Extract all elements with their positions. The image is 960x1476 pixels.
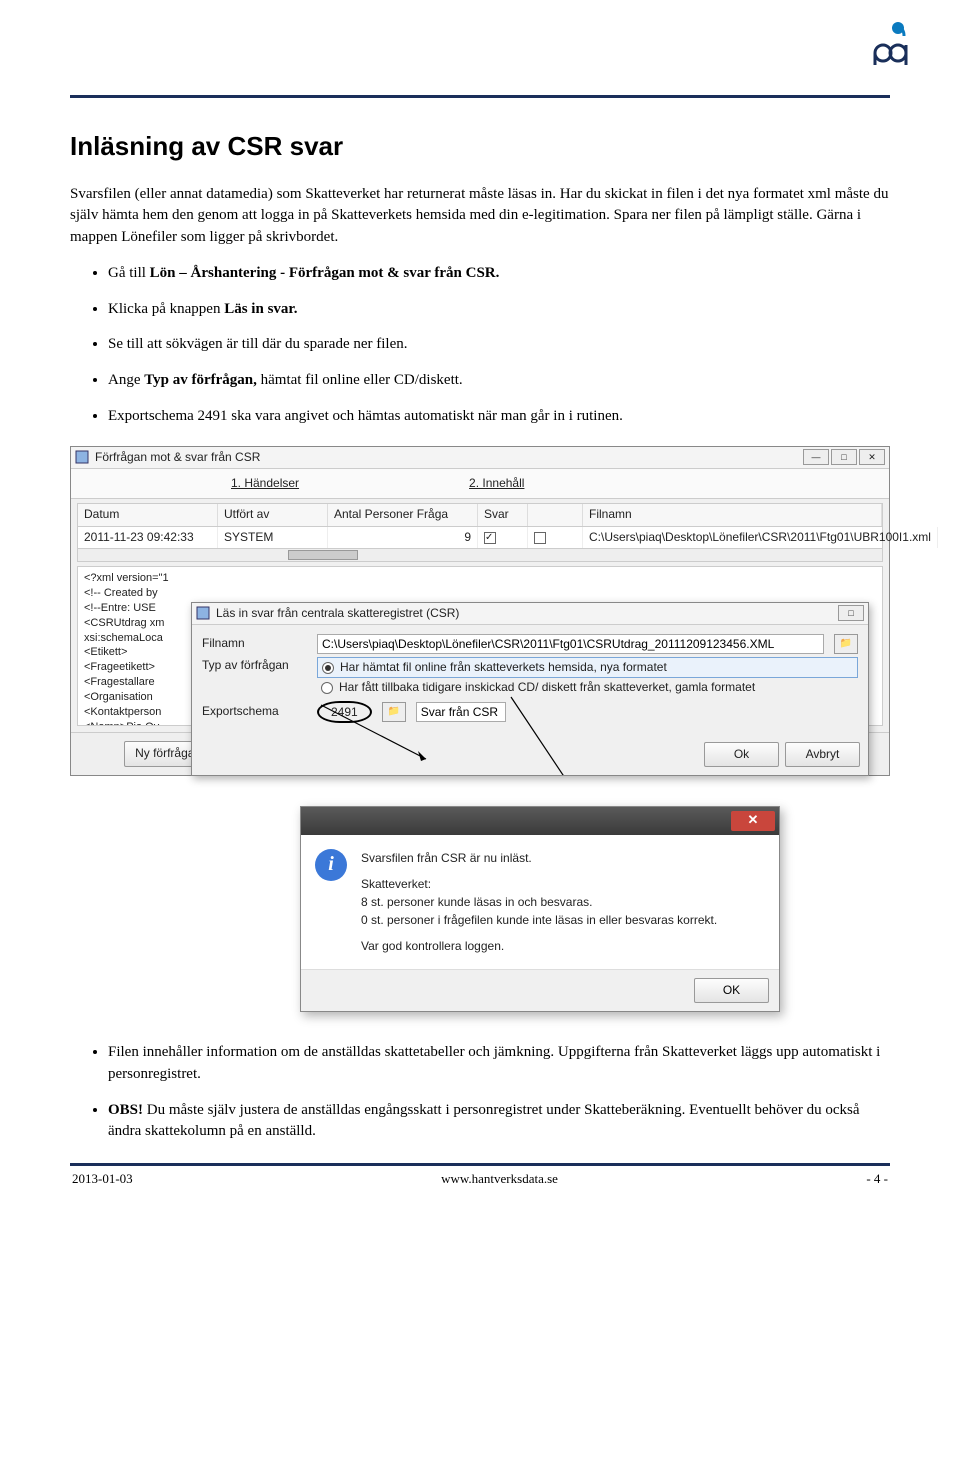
minimize-button[interactable]: — — [803, 449, 829, 465]
footer-page: - 4 - — [866, 1170, 888, 1189]
col-datum: Datum — [78, 504, 218, 525]
radio-online-label: Har hämtat fil online från skatteverkets… — [340, 659, 667, 676]
msg-titlebar: ✕ — [301, 807, 779, 835]
page-footer: 2013-01-03 www.hantverksdata.se - 4 - — [70, 1170, 890, 1209]
dialog-maximize-button[interactable]: □ — [838, 605, 864, 621]
cell-datum: 2011-11-23 09:42:33 — [78, 527, 218, 548]
radio-cd-label: Har fått tillbaka tidigare inskickad CD/… — [339, 679, 755, 696]
tab-innehall[interactable]: 2. Innehåll — [469, 475, 524, 492]
step-2: Klicka på knappen Läs in svar. — [108, 299, 890, 321]
col-utfort: Utfört av — [218, 504, 328, 525]
csr-title: Förfrågan mot & svar från CSR — [95, 449, 260, 466]
grid-row[interactable]: 2011-11-23 09:42:33 SYSTEM 9 C:\Users\pi… — [77, 527, 883, 548]
tab-handelser[interactable]: 1. Händelser — [231, 475, 299, 492]
intro-paragraph: Svarsfilen (eller annat datamedia) som S… — [70, 184, 890, 249]
col-svar: Svar — [478, 504, 528, 525]
exportschema-label: Exportschema — [202, 703, 307, 720]
horizontal-scrollbar[interactable] — [77, 548, 883, 562]
radio-online[interactable] — [322, 662, 334, 674]
cell-utfort: SYSTEM — [218, 527, 328, 548]
window-icon — [75, 450, 89, 464]
dialog-avbryt-button[interactable]: Avbryt — [785, 742, 860, 767]
cell-filnamn: C:\Users\piaq\Desktop\Lönefiler\CSR\2011… — [583, 527, 938, 548]
browse-button[interactable]: 📁 — [834, 634, 858, 654]
svar-fran-csr-input[interactable] — [416, 702, 506, 722]
radio-cd[interactable] — [321, 682, 333, 694]
checkbox-fraga-icon — [484, 532, 496, 544]
col-filnamn: Filnamn — [583, 504, 882, 525]
dialog-icon — [196, 606, 210, 620]
step-5: Exportschema 2491 ska vara angivet och h… — [108, 406, 890, 428]
cell-svar — [528, 527, 583, 548]
col-antal: Antal Personer Fråga — [328, 504, 478, 525]
csr-tabs: 1. Händelser 2. Innehåll — [71, 469, 889, 499]
info-message-dialog: ✕ i Svarsfilen från CSR är nu inläst. Sk… — [300, 806, 780, 1012]
info-icon: i — [315, 849, 347, 881]
filnamn-input[interactable] — [317, 634, 824, 654]
msg-text: Svarsfilen från CSR är nu inläst. Skatte… — [361, 849, 717, 955]
checkbox-svar-icon — [534, 532, 546, 544]
after-list: Filen innehåller information om de anstä… — [70, 1042, 890, 1143]
cell-antal: 9 — [328, 527, 478, 548]
filnamn-label: Filnamn — [202, 635, 307, 652]
csr-dialog: Läs in svar från centrala skatteregistre… — [191, 602, 869, 777]
after-1: Filen innehåller information om de anstä… — [108, 1042, 890, 1086]
msg-close-button[interactable]: ✕ — [731, 811, 775, 831]
exportschema-value: 2491 — [317, 701, 372, 723]
dialog-titlebar: Läs in svar från centrala skatteregistre… — [192, 603, 868, 625]
exportschema-browse-button[interactable]: 📁 — [382, 702, 406, 722]
dialog-ok-button[interactable]: Ok — [704, 742, 779, 767]
csr-window: Förfrågan mot & svar från CSR — □ ✕ 1. H… — [70, 446, 890, 776]
header-rule — [70, 95, 890, 98]
cell-fraga — [478, 527, 528, 548]
brand-logo — [870, 20, 910, 78]
step-3: Se till att sökvägen är till där du spar… — [108, 334, 890, 356]
footer-date: 2013-01-03 — [72, 1170, 133, 1189]
after-obs: OBS! Du måste själv justera de anställda… — [108, 1100, 890, 1144]
close-button[interactable]: ✕ — [859, 449, 885, 465]
dialog-title: Läs in svar från centrala skatteregistre… — [216, 605, 459, 622]
typ-label: Typ av förfrågan — [202, 657, 307, 674]
footer-rule — [70, 1163, 890, 1166]
msg-ok-button[interactable]: OK — [694, 978, 769, 1003]
step-1: Gå till Lön – Årshantering - Förfrågan m… — [108, 263, 890, 285]
csr-titlebar: Förfrågan mot & svar från CSR — □ ✕ — [71, 447, 889, 469]
maximize-button[interactable]: □ — [831, 449, 857, 465]
grid-header: Datum Utfört av Antal Personer Fråga Sva… — [77, 503, 883, 526]
footer-site: www.hantverksdata.se — [441, 1170, 558, 1189]
page-title: Inläsning av CSR svar — [70, 128, 890, 166]
dialog-button-row: Ok Avbryt — [192, 736, 868, 775]
steps-list: Gå till Lön – Årshantering - Förfrågan m… — [70, 263, 890, 428]
step-4: Ange Typ av förfrågan, hämtat fil online… — [108, 370, 890, 392]
